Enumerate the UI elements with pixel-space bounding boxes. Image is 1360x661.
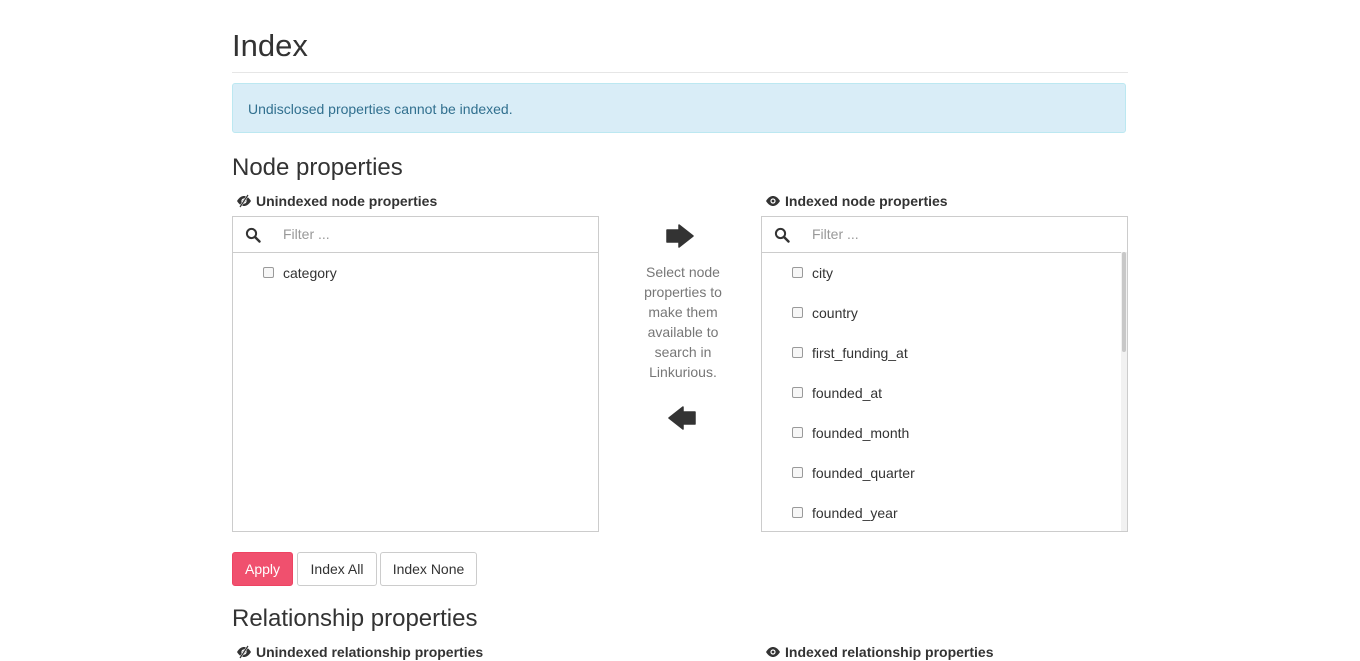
- list-item[interactable]: country: [792, 305, 858, 321]
- eye-icon: [765, 645, 781, 659]
- info-alert: Undisclosed properties cannot be indexed…: [232, 83, 1126, 133]
- checkbox[interactable]: [263, 266, 274, 278]
- node-properties-title: Node properties: [232, 154, 403, 181]
- page-title: Index: [232, 28, 308, 63]
- indexed-node-filter-input[interactable]: [802, 217, 1122, 251]
- indexed-relationship-label-text: Indexed relationship properties: [785, 644, 994, 660]
- list-item[interactable]: founded_month: [792, 425, 909, 441]
- item-label: founded_at: [812, 385, 883, 401]
- search-icon: [774, 227, 790, 243]
- unindexed-node-items: category: [233, 252, 598, 531]
- indexed-node-label: Indexed node properties: [765, 193, 948, 209]
- arrow-left-icon: [668, 406, 696, 430]
- apply-button[interactable]: Apply: [232, 552, 293, 586]
- list-item[interactable]: founded_year: [792, 505, 898, 521]
- list-item[interactable]: founded_at: [792, 385, 882, 401]
- unindexed-node-label: Unindexed node properties: [236, 193, 437, 209]
- item-label: founded_year: [812, 505, 898, 521]
- unindexed-node-list: category: [232, 216, 599, 532]
- checkbox[interactable]: [792, 266, 803, 278]
- indexed-node-list: city country first_funding_at founded_at…: [761, 216, 1128, 532]
- eye-slash-icon: [236, 645, 252, 659]
- eye-slash-icon: [236, 194, 252, 208]
- index-none-button[interactable]: Index None: [380, 552, 477, 586]
- item-label: category: [283, 265, 337, 281]
- indexed-node-filter: [762, 217, 1127, 253]
- checkbox[interactable]: [792, 306, 803, 318]
- index-all-button[interactable]: Index All: [297, 552, 377, 586]
- move-to-unindexed-button[interactable]: [666, 406, 696, 430]
- item-label: first_funding_at: [812, 345, 908, 361]
- unindexed-relationship-label-text: Unindexed relationship properties: [256, 644, 484, 660]
- unindexed-node-label-text: Unindexed node properties: [256, 193, 438, 209]
- checkbox[interactable]: [792, 386, 803, 398]
- help-text: Select node properties to make them avai…: [644, 264, 722, 380]
- checkbox[interactable]: [792, 346, 803, 358]
- indexed-node-label-text: Indexed node properties: [785, 193, 948, 209]
- list-item[interactable]: category: [263, 265, 337, 281]
- title-divider: [232, 72, 1128, 73]
- unindexed-node-filter-input[interactable]: [273, 217, 593, 251]
- unindexed-relationship-label: Unindexed relationship properties: [236, 644, 483, 660]
- scrollbar-thumb[interactable]: [1122, 252, 1126, 352]
- arrow-right-icon: [666, 224, 694, 248]
- indexed-relationship-label: Indexed relationship properties: [765, 644, 994, 660]
- list-item[interactable]: city: [792, 265, 833, 281]
- move-to-indexed-button[interactable]: [666, 224, 696, 248]
- checkbox[interactable]: [792, 506, 803, 518]
- item-label: founded_quarter: [812, 465, 915, 481]
- item-label: city: [812, 265, 833, 281]
- unindexed-node-filter: [233, 217, 598, 253]
- list-item[interactable]: founded_quarter: [792, 465, 915, 481]
- search-icon: [245, 227, 261, 243]
- checkbox[interactable]: [792, 466, 803, 478]
- list-item[interactable]: first_funding_at: [792, 345, 908, 361]
- indexed-node-items: city country first_funding_at founded_at…: [762, 252, 1127, 531]
- item-label: country: [812, 305, 858, 321]
- checkbox[interactable]: [792, 426, 803, 438]
- scrollbar[interactable]: [1121, 252, 1127, 531]
- relationship-properties-title: Relationship properties: [232, 605, 478, 632]
- eye-icon: [765, 194, 781, 208]
- alert-text: Undisclosed properties cannot be indexed…: [248, 101, 513, 117]
- item-label: founded_month: [812, 425, 910, 441]
